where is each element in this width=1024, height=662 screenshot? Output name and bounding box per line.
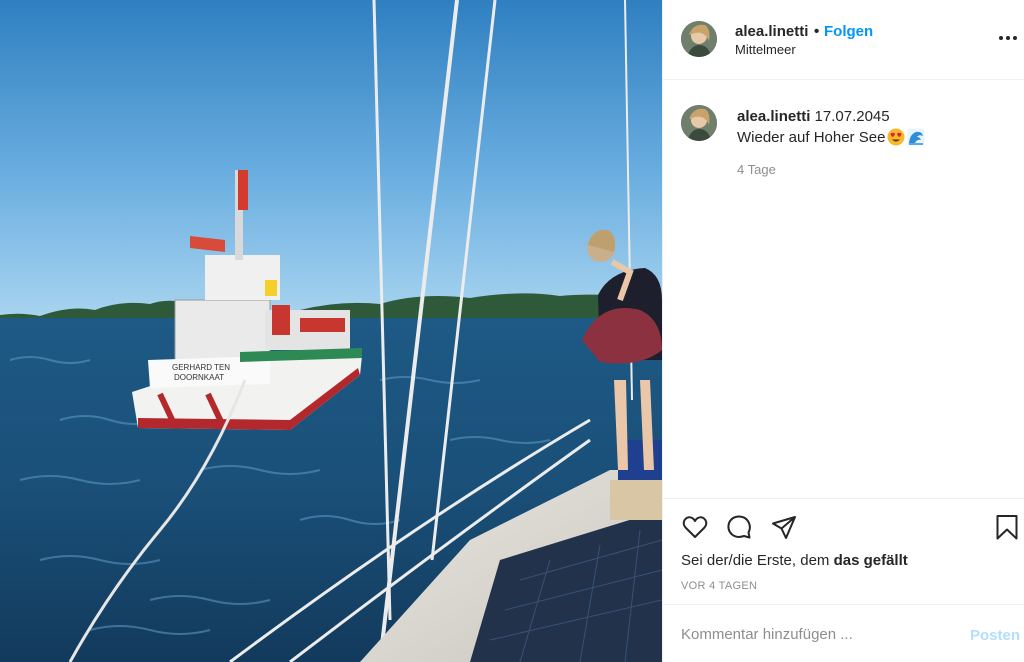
follow-button[interactable]: Folgen	[824, 23, 873, 40]
header-username[interactable]: alea.linetti	[735, 23, 808, 40]
boat-name-1: GERHARD TEN	[172, 363, 230, 372]
heart-icon[interactable]	[681, 513, 709, 541]
action-bar: Sei der/die Erste, dem das gefällt VOR 4…	[663, 498, 1024, 604]
caption-area: alea.linetti 17.07.2045 Wieder auf Hoher…	[663, 80, 1024, 498]
dot	[1006, 36, 1010, 40]
caption-avatar[interactable]	[681, 105, 717, 141]
caption-username[interactable]: alea.linetti	[737, 108, 810, 125]
caption-date: 17.07.2045	[814, 108, 890, 125]
post-comment-button[interactable]: Posten	[970, 627, 1020, 644]
comment-form: Posten	[663, 604, 1024, 662]
likes-text: Sei der/die Erste, dem das gefällt	[681, 552, 908, 569]
wave-emoji	[907, 128, 925, 146]
post-header: alea.linetti • Folgen Mittelmeer	[663, 0, 1024, 80]
caption-time[interactable]: 4 Tage	[737, 162, 776, 177]
share-icon[interactable]	[770, 513, 798, 541]
dot	[999, 36, 1003, 40]
caption-text-line: Wieder auf Hoher See	[737, 128, 925, 146]
comment-input[interactable]	[681, 623, 961, 645]
boat-name-2: DOORNKAAT	[174, 373, 224, 382]
comment-icon[interactable]	[725, 513, 753, 541]
location-link[interactable]: Mittelmeer	[735, 42, 796, 57]
more-dots-icon[interactable]	[997, 26, 1019, 50]
caption-text: Wieder auf Hoher See	[737, 128, 886, 146]
heart-eyes-emoji	[887, 128, 905, 146]
likes-link[interactable]: das gefällt	[834, 552, 908, 569]
dot	[1013, 36, 1017, 40]
avatar-image	[681, 21, 717, 57]
post-sidebar: alea.linetti • Folgen Mittelmeer alea.li…	[662, 0, 1024, 662]
caption-header-line: alea.linetti 17.07.2045	[737, 108, 890, 125]
post-timestamp[interactable]: VOR 4 TAGEN	[681, 580, 757, 592]
avatar-image	[681, 105, 717, 141]
bookmark-icon[interactable]	[993, 513, 1021, 541]
photo-image: GERHARD TEN DOORNKAAT	[0, 0, 662, 662]
avatar[interactable]	[681, 21, 717, 57]
header-separator: •	[814, 23, 820, 40]
post-photo[interactable]: GERHARD TEN DOORNKAAT	[0, 0, 662, 662]
likes-prefix: Sei der/die Erste, dem	[681, 552, 834, 569]
